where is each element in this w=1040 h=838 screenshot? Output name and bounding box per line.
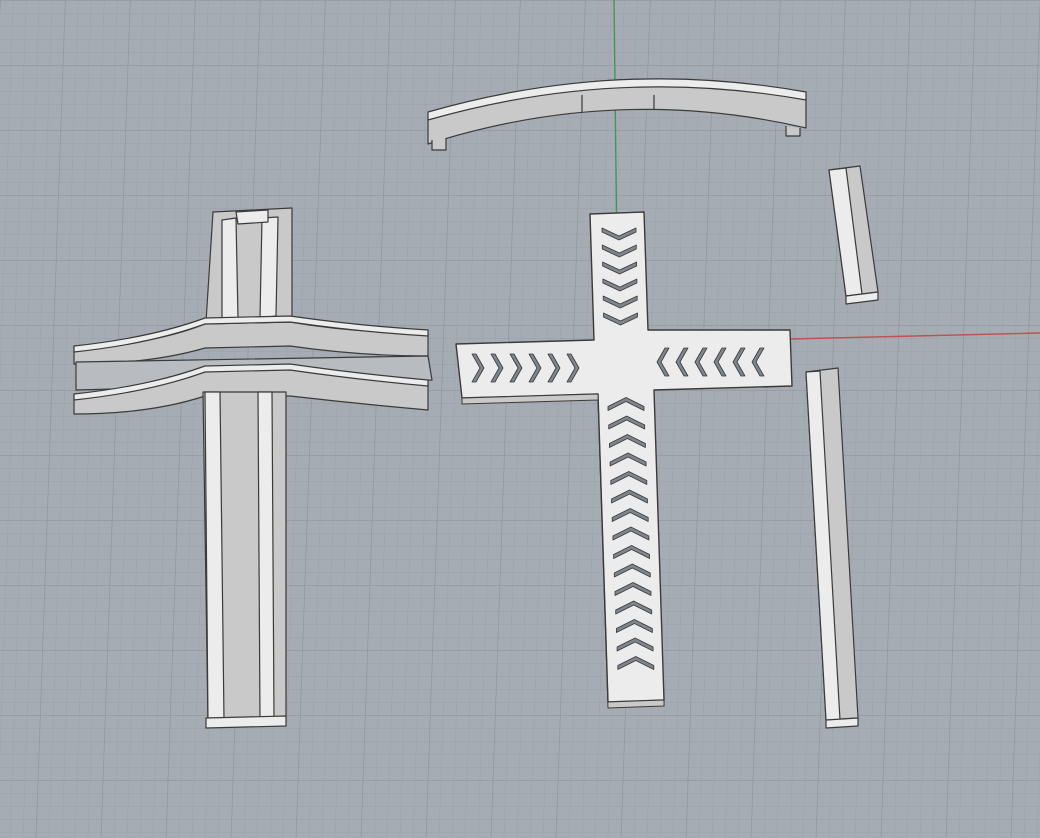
3d-viewport[interactable] xyxy=(0,0,1040,838)
construction-grid xyxy=(0,0,1040,838)
